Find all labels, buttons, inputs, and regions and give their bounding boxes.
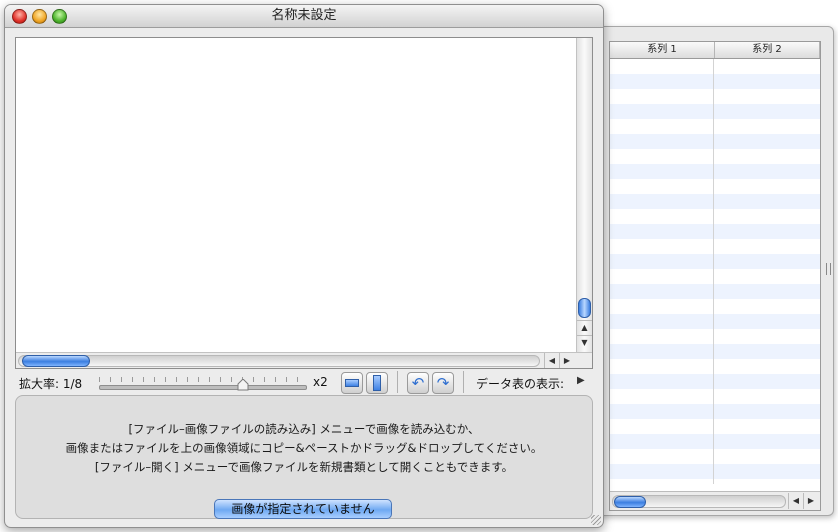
image-status-button[interactable]: 画像が指定されていません [214, 499, 392, 519]
scroll-top-cap-icon [577, 38, 592, 52]
toolbar-divider [463, 371, 464, 393]
slider-groove[interactable] [99, 385, 307, 390]
rotate-right-button[interactable]: ↷ [432, 372, 454, 394]
image-horizontal-scrollbar[interactable]: ◀ ▶ [16, 352, 592, 368]
slider-knob-icon[interactable] [237, 379, 249, 391]
instruction-line-3: [ファイル–開く] メニューで画像ファイルを新規書類として開くこともできます。 [94, 460, 514, 474]
scroll-right-arrow-icon[interactable]: ▶ [559, 353, 574, 368]
zoom-max-label: x2 [313, 375, 328, 389]
instruction-line-1: [ファイル–画像ファイルの読み込み] メニューで画像を読み込むか、 [128, 422, 480, 436]
data-table: 系列 1 系列 2 ◀ ▶ [609, 41, 821, 511]
toolbar-divider [397, 371, 398, 393]
title-bar[interactable]: 名称未設定 [5, 5, 603, 28]
window-title: 名称未設定 [271, 8, 337, 23]
fit-height-icon [373, 375, 381, 391]
fit-width-icon [345, 379, 359, 387]
table-horizontal-scrollbar[interactable]: ◀ ▶ [610, 491, 820, 510]
main-window: 名称未設定 ▲ ▼ ◀ ▶ 拡大率: 1/8 x2 ↶ ↷ データ表の表示: ▶ [4, 4, 604, 528]
image-vertical-scrollbar[interactable]: ▲ ▼ [576, 38, 592, 352]
rotate-left-button[interactable]: ↶ [407, 372, 429, 394]
window-resize-grip-icon[interactable] [591, 515, 601, 525]
horizontal-scroll-track[interactable] [18, 355, 540, 367]
scroll-right-arrow-icon[interactable]: ▶ [803, 493, 818, 509]
instruction-line-2: 画像またはファイルを上の画像領域にコピー&ペーストかドラッグ&ドロップしてくださ… [65, 441, 543, 455]
rotate-left-icon: ↶ [411, 374, 425, 392]
message-panel: [ファイル–画像ファイルの読み込み] メニューで画像を読み込むか、 画像またはフ… [15, 395, 593, 519]
rotate-right-icon: ↷ [436, 374, 450, 392]
column-header-series-1[interactable]: 系列 1 [610, 42, 715, 58]
fit-height-button[interactable] [366, 372, 388, 394]
zoom-slider[interactable] [99, 377, 307, 393]
data-table-toggle-label[interactable]: データ表の表示: [476, 375, 564, 392]
table-header: 系列 1 系列 2 [610, 42, 820, 59]
scroll-down-arrow-icon[interactable]: ▼ [577, 335, 592, 350]
zoom-label: 拡大率: 1/8 [19, 377, 83, 391]
fit-width-button[interactable] [341, 372, 363, 394]
table-body[interactable] [610, 59, 820, 484]
scroll-thumb[interactable] [614, 496, 646, 508]
image-area[interactable]: ▲ ▼ ◀ ▶ [15, 37, 593, 369]
column-divider [713, 59, 714, 484]
drawer-resize-grip[interactable] [826, 263, 831, 275]
vertical-scroll-thumb[interactable] [578, 298, 591, 318]
data-table-drawer: 系列 1 系列 2 ◀ ▶ [590, 26, 834, 516]
scroll-left-arrow-icon[interactable]: ◀ [544, 353, 559, 368]
column-header-series-2[interactable]: 系列 2 [715, 42, 820, 58]
disclosure-triangle-icon[interactable]: ▶ [577, 375, 585, 386]
slider-ticks [99, 377, 305, 382]
scroll-up-arrow-icon[interactable]: ▲ [577, 320, 592, 335]
scroll-left-arrow-icon[interactable]: ◀ [788, 493, 803, 509]
horizontal-scroll-thumb[interactable] [22, 355, 90, 367]
